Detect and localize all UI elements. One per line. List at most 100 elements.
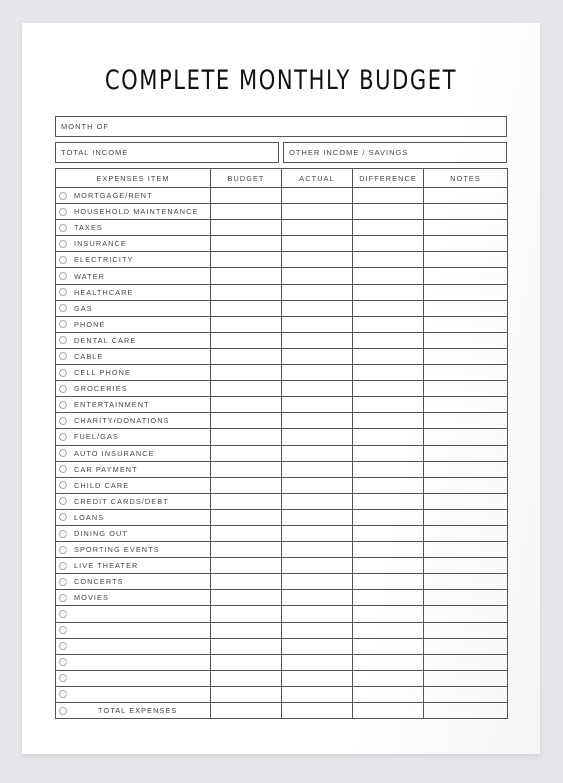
actual-cell[interactable]	[281, 573, 353, 591]
checkbox-circle-icon[interactable]	[59, 674, 67, 683]
notes-cell[interactable]	[423, 508, 508, 526]
difference-cell[interactable]	[352, 283, 424, 301]
actual-cell[interactable]	[281, 669, 353, 687]
difference-cell[interactable]	[352, 605, 424, 623]
expense-item-cell[interactable]: GROCERIES	[55, 380, 211, 398]
notes-cell[interactable]	[423, 492, 508, 510]
checkbox-circle-icon[interactable]	[59, 239, 67, 248]
expense-item-cell[interactable]: ENTERTAINMENT	[55, 396, 211, 414]
actual-cell[interactable]	[281, 621, 353, 639]
checkbox-circle-icon[interactable]	[59, 288, 67, 297]
expense-item-cell[interactable]: AUTO INSURANCE	[55, 444, 211, 462]
difference-cell[interactable]	[352, 444, 424, 462]
actual-cell[interactable]	[281, 412, 353, 430]
actual-cell[interactable]	[281, 347, 353, 366]
checkbox-circle-icon[interactable]	[59, 304, 67, 313]
month-of-field[interactable]: MONTH OF	[55, 116, 507, 137]
difference-cell[interactable]	[352, 299, 424, 317]
actual-cell[interactable]	[281, 476, 353, 494]
expense-item-cell[interactable]: INSURANCE	[55, 235, 211, 253]
notes-cell[interactable]	[423, 186, 508, 205]
budget-cell[interactable]	[210, 299, 282, 317]
actual-cell[interactable]	[281, 380, 353, 398]
difference-cell[interactable]	[352, 508, 424, 526]
difference-cell[interactable]	[352, 701, 424, 720]
difference-cell[interactable]	[352, 492, 424, 510]
actual-cell[interactable]	[281, 364, 353, 382]
difference-cell[interactable]	[352, 685, 424, 704]
notes-cell[interactable]	[423, 396, 508, 414]
other-income-field[interactable]: OTHER INCOME / SAVINGS	[283, 142, 507, 163]
notes-cell[interactable]	[423, 315, 508, 333]
budget-cell[interactable]	[210, 637, 282, 655]
budget-cell[interactable]	[210, 492, 282, 510]
expense-item-cell[interactable]: CABLE	[55, 347, 211, 366]
expense-item-cell[interactable]: WATER	[55, 267, 211, 285]
expense-item-cell[interactable]: MORTGAGE/RENT	[55, 186, 211, 205]
notes-cell[interactable]	[423, 701, 508, 720]
actual-cell[interactable]	[281, 605, 353, 623]
actual-cell[interactable]	[281, 267, 353, 285]
checkbox-circle-icon[interactable]	[59, 223, 67, 232]
budget-cell[interactable]	[210, 541, 282, 559]
budget-cell[interactable]	[210, 524, 282, 543]
difference-cell[interactable]	[352, 669, 424, 687]
budget-cell[interactable]	[210, 701, 282, 720]
expense-item-cell[interactable]: SPORTING EVENTS	[55, 541, 211, 559]
checkbox-circle-icon[interactable]	[59, 336, 67, 345]
budget-cell[interactable]	[210, 219, 282, 237]
actual-cell[interactable]	[281, 203, 353, 221]
actual-cell[interactable]	[281, 541, 353, 559]
notes-cell[interactable]	[423, 380, 508, 398]
budget-cell[interactable]	[210, 605, 282, 623]
budget-cell[interactable]	[210, 460, 282, 478]
difference-cell[interactable]	[352, 589, 424, 607]
expense-item-cell[interactable]: MOVIES	[55, 589, 211, 607]
budget-cell[interactable]	[210, 364, 282, 382]
checkbox-circle-icon[interactable]	[59, 432, 67, 441]
difference-cell[interactable]	[352, 621, 424, 639]
difference-cell[interactable]	[352, 557, 424, 575]
checkbox-circle-icon[interactable]	[59, 609, 67, 618]
notes-cell[interactable]	[423, 364, 508, 382]
expense-item-cell[interactable]: CELL PHONE	[55, 364, 211, 382]
notes-cell[interactable]	[423, 283, 508, 301]
notes-cell[interactable]	[423, 203, 508, 221]
difference-cell[interactable]	[352, 637, 424, 655]
difference-cell[interactable]	[352, 186, 424, 205]
expense-item-cell[interactable]: DINING OUT	[55, 524, 211, 543]
expense-item-cell[interactable]	[55, 637, 211, 655]
budget-cell[interactable]	[210, 315, 282, 333]
difference-cell[interactable]	[352, 653, 424, 671]
budget-cell[interactable]	[210, 444, 282, 462]
actual-cell[interactable]	[281, 444, 353, 462]
notes-cell[interactable]	[423, 347, 508, 366]
budget-cell[interactable]	[210, 331, 282, 349]
notes-cell[interactable]	[423, 541, 508, 559]
budget-cell[interactable]	[210, 283, 282, 301]
actual-cell[interactable]	[281, 524, 353, 543]
budget-cell[interactable]	[210, 203, 282, 221]
notes-cell[interactable]	[423, 685, 508, 704]
notes-cell[interactable]	[423, 331, 508, 349]
notes-cell[interactable]	[423, 299, 508, 317]
notes-cell[interactable]	[423, 621, 508, 639]
difference-cell[interactable]	[352, 524, 424, 543]
budget-cell[interactable]	[210, 685, 282, 704]
notes-cell[interactable]	[423, 653, 508, 671]
checkbox-circle-icon[interactable]	[59, 368, 67, 377]
notes-cell[interactable]	[423, 235, 508, 253]
actual-cell[interactable]	[281, 315, 353, 333]
checkbox-circle-icon[interactable]	[59, 513, 67, 522]
expense-item-cell[interactable]: TAXES	[55, 219, 211, 237]
actual-cell[interactable]	[281, 508, 353, 526]
checkbox-circle-icon[interactable]	[59, 529, 67, 538]
budget-cell[interactable]	[210, 476, 282, 494]
total-income-field[interactable]: TOTAL INCOME	[55, 142, 279, 163]
checkbox-circle-icon[interactable]	[59, 207, 67, 216]
notes-cell[interactable]	[423, 444, 508, 462]
notes-cell[interactable]	[423, 605, 508, 623]
expense-item-cell[interactable]: DENTAL CARE	[55, 331, 211, 349]
expense-item-cell[interactable]: ELECTRICITY	[55, 251, 211, 269]
actual-cell[interactable]	[281, 283, 353, 301]
